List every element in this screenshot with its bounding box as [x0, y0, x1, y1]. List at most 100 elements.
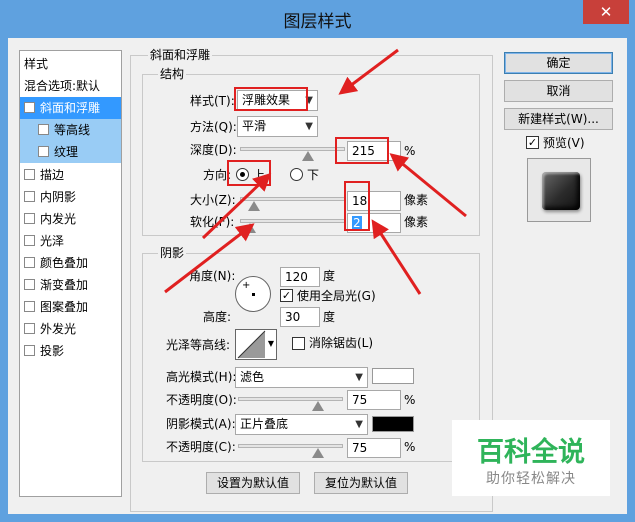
texture-checkbox[interactable] — [38, 146, 49, 157]
annotation-box-style — [234, 87, 308, 111]
soften-unit: 像素 — [404, 215, 429, 229]
chevron-down-icon: ▼ — [267, 339, 274, 348]
watermark: 百科全说 助你轻松解决 — [452, 420, 610, 496]
inner-shadow-checkbox[interactable] — [24, 191, 35, 202]
reset-default-button[interactable]: 复位为默认值 — [314, 472, 408, 494]
anti-alias-checkbox[interactable] — [292, 337, 305, 350]
watermark-subtitle: 助你轻松解决 — [486, 471, 576, 487]
make-default-button[interactable]: 设置为默认值 — [206, 472, 300, 494]
preview-checkbox[interactable]: ✓ — [526, 136, 539, 149]
preview-label: 预览(V) — [543, 136, 585, 150]
highlight-mode-select[interactable]: 滤色 ▼ — [235, 367, 368, 388]
highlight-opacity-slider[interactable] — [238, 397, 343, 401]
altitude-input[interactable]: 30 — [280, 307, 320, 327]
angle-dial[interactable]: + — [235, 276, 271, 312]
sidebar-item-label: 等高线 — [54, 123, 91, 137]
sidebar-item-drop-shadow[interactable]: 投影 — [20, 340, 121, 362]
cancel-button[interactable]: 取消 — [504, 80, 613, 102]
structure-group-title: 结构 — [158, 67, 187, 81]
annotation-box-depth — [335, 137, 389, 164]
sidebar-item-contour[interactable]: 等高线 — [20, 119, 121, 141]
sidebar-item-label: 渐变叠加 — [40, 278, 89, 292]
sidebar-item-label: 图案叠加 — [40, 300, 89, 314]
shadow-mode-select[interactable]: 正片叠底 ▼ — [235, 414, 368, 435]
highlight-opacity-slider-handle[interactable] — [312, 401, 324, 411]
sidebar-item-label: 内发光 — [40, 212, 77, 226]
sidebar-item-bevel-emboss[interactable]: ✓ 斜面和浮雕 — [20, 97, 121, 119]
gloss-contour-picker[interactable]: ▼ — [235, 329, 277, 360]
shadow-color-swatch[interactable] — [372, 416, 414, 432]
sidebar-item-gradient-overlay[interactable]: 渐变叠加 — [20, 274, 121, 296]
contour-checkbox[interactable] — [38, 124, 49, 135]
bevel-emboss-group-title: 斜面和浮雕 — [148, 48, 213, 62]
shadow-opacity-label: 不透明度(C): — [166, 440, 236, 454]
altitude-unit: 度 — [323, 310, 336, 324]
watermark-title: 百科全说 — [477, 437, 585, 468]
style-list: 样式 混合选项:默认 ✓ 斜面和浮雕 等高线 纹理 描边 内阴影 内发光 光泽 — [19, 50, 122, 497]
inner-glow-checkbox[interactable] — [24, 213, 35, 224]
sidebar-item-label: 斜面和浮雕 — [40, 101, 101, 115]
shadow-mode-value: 正片叠底 — [240, 417, 289, 431]
contour-curve-icon — [237, 330, 266, 359]
technique-select[interactable]: 平滑 ▼ — [237, 116, 318, 137]
soften-slider-handle[interactable] — [244, 223, 256, 233]
annotation-box-direction — [227, 160, 271, 186]
depth-slider-handle[interactable] — [302, 151, 314, 161]
angle-input[interactable]: 120 — [280, 267, 320, 287]
title-bar: 图层样式 ✕ — [0, 0, 635, 38]
chevron-down-icon: ▼ — [355, 372, 363, 383]
sidebar-item-label: 外发光 — [40, 322, 77, 336]
highlight-opacity-input[interactable]: 75 — [347, 390, 401, 410]
soften-label: 软化(F): — [190, 215, 235, 229]
close-button[interactable]: ✕ — [583, 0, 629, 24]
sidebar-item-stroke[interactable]: 描边 — [20, 164, 121, 186]
shading-group-title: 阴影 — [158, 246, 187, 260]
gradient-overlay-checkbox[interactable] — [24, 279, 35, 290]
sidebar-item-pattern-overlay[interactable]: 图案叠加 — [20, 296, 121, 318]
sidebar-item-inner-shadow[interactable]: 内阴影 — [20, 186, 121, 208]
highlight-color-swatch[interactable] — [372, 368, 414, 384]
bevel-emboss-checkbox[interactable]: ✓ — [24, 102, 35, 113]
gloss-contour-label: 光泽等高线: — [166, 338, 231, 352]
direction-down-radio[interactable] — [290, 168, 303, 181]
sidebar-item-texture[interactable]: 纹理 — [20, 141, 121, 163]
style-list-header[interactable]: 样式 — [20, 53, 121, 75]
new-style-button[interactable]: 新建样式(W)... — [504, 108, 613, 130]
highlight-mode-label: 高光模式(H): — [166, 370, 237, 384]
highlight-mode-value: 滤色 — [240, 370, 265, 384]
technique-select-value: 平滑 — [242, 119, 267, 133]
sidebar-item-inner-glow[interactable]: 内发光 — [20, 208, 121, 230]
drop-shadow-checkbox[interactable] — [24, 345, 35, 356]
style-preview-thumbnail — [527, 158, 591, 222]
sidebar-item-blending-options[interactable]: 混合选项:默认 — [20, 75, 121, 97]
sidebar-item-label: 描边 — [40, 168, 65, 182]
sidebar-item-color-overlay[interactable]: 颜色叠加 — [20, 252, 121, 274]
shadow-opacity-input[interactable]: 75 — [347, 438, 401, 458]
shadow-mode-label: 阴影模式(A): — [166, 417, 236, 431]
chevron-down-icon: ▼ — [305, 121, 313, 132]
sidebar-item-outer-glow[interactable]: 外发光 — [20, 318, 121, 340]
shadow-opacity-slider-handle[interactable] — [312, 448, 324, 458]
depth-label: 深度(D): — [190, 143, 237, 157]
preview-swatch — [542, 172, 580, 210]
stroke-checkbox[interactable] — [24, 169, 35, 180]
angle-unit: 度 — [323, 269, 336, 283]
highlight-opacity-label: 不透明度(O): — [166, 393, 237, 407]
satin-checkbox[interactable] — [24, 235, 35, 246]
annotation-box-size-soften — [344, 181, 370, 231]
angle-dial-center — [252, 293, 255, 296]
color-overlay-checkbox[interactable] — [24, 257, 35, 268]
global-light-checkbox[interactable]: ✓ — [280, 289, 293, 302]
shadow-opacity-slider[interactable] — [238, 444, 343, 448]
anti-alias-label: 消除锯齿(L) — [309, 336, 374, 350]
depth-slider[interactable] — [240, 147, 345, 151]
sidebar-item-label: 纹理 — [54, 145, 79, 159]
size-slider-handle[interactable] — [248, 201, 260, 211]
pattern-overlay-checkbox[interactable] — [24, 301, 35, 312]
sidebar-item-satin[interactable]: 光泽 — [20, 230, 121, 252]
outer-glow-checkbox[interactable] — [24, 323, 35, 334]
ok-button[interactable]: 确定 — [504, 52, 613, 74]
crosshair-icon: + — [242, 280, 251, 291]
chevron-down-icon: ▼ — [355, 419, 363, 430]
window-title: 图层样式 — [283, 12, 352, 32]
